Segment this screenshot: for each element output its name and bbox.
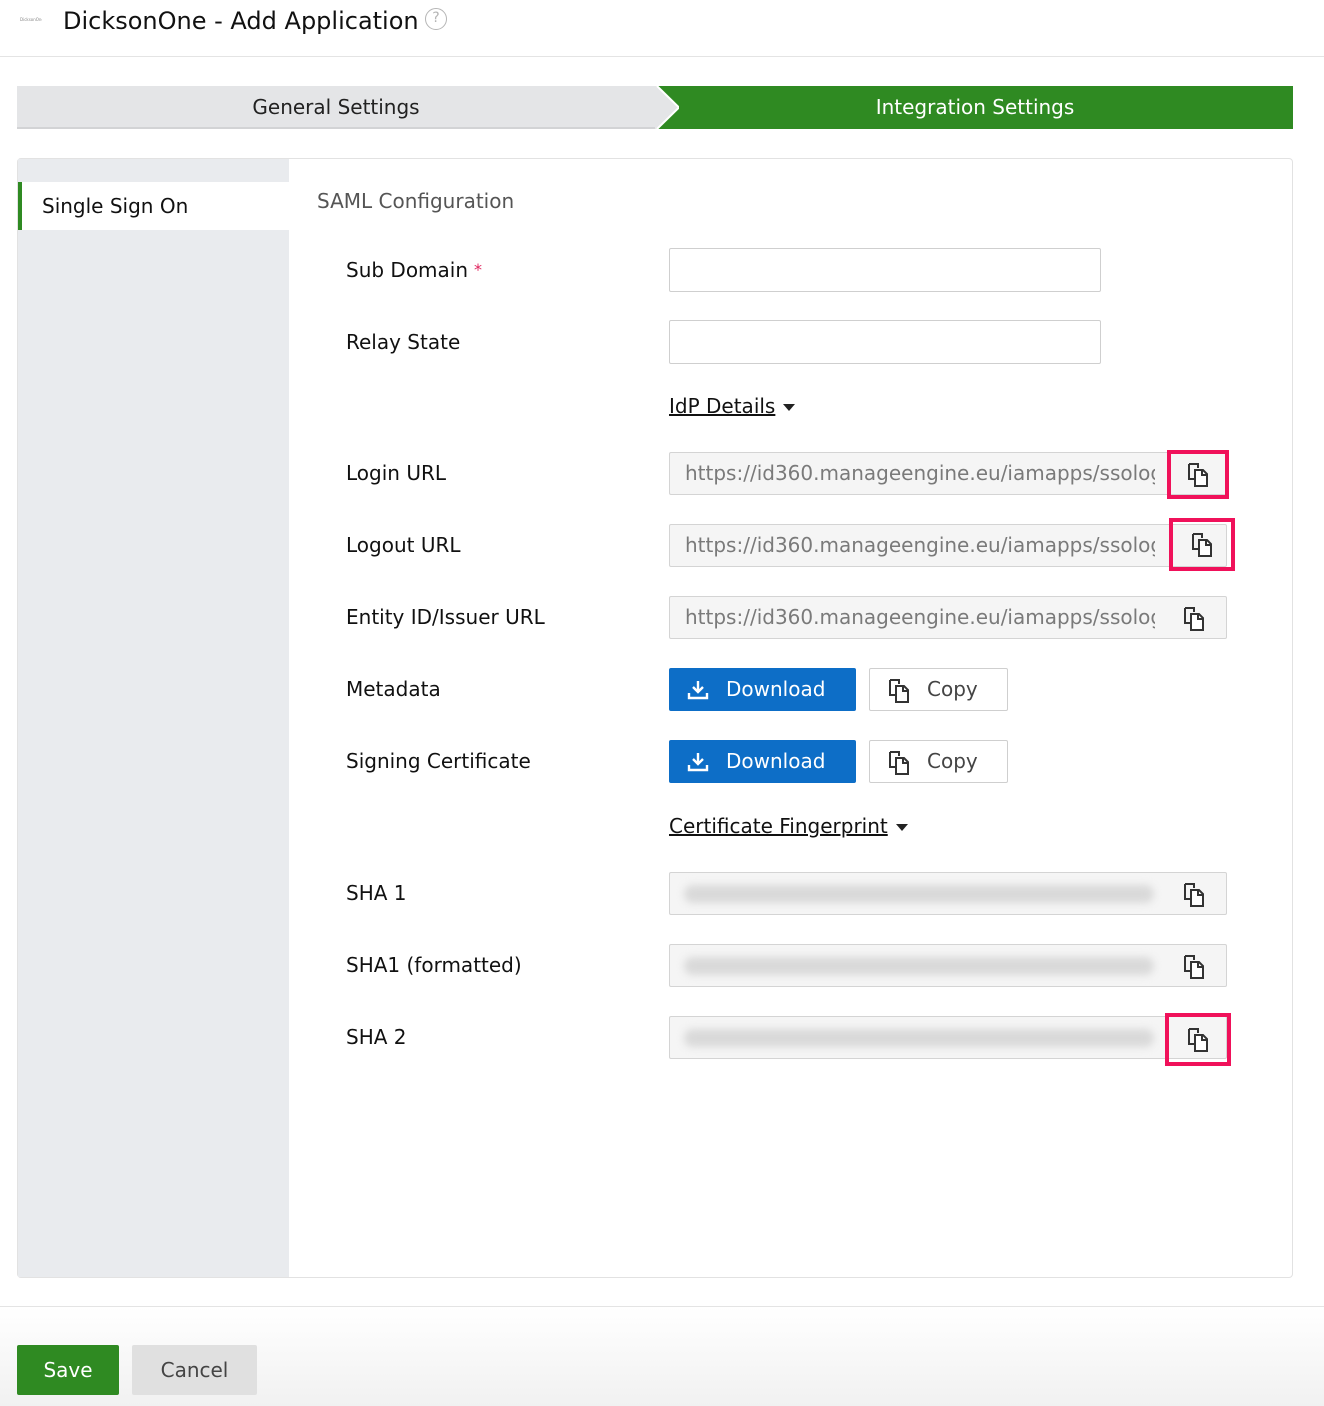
settings-panel: Single Sign On SAML Configuration Sub Do…: [17, 158, 1293, 1278]
signing-certificate-download-label: Download: [726, 749, 826, 773]
sub-domain-input[interactable]: [669, 248, 1101, 292]
step-integration-label: Integration Settings: [875, 95, 1075, 119]
sha2-copy-button[interactable]: [1165, 1013, 1231, 1066]
idp-details-toggle[interactable]: IdP Details: [669, 392, 796, 420]
login-url-copy-button[interactable]: [1167, 450, 1229, 499]
sub-domain-label-text: Sub Domain: [346, 258, 469, 282]
logout-url-copy-button[interactable]: [1169, 518, 1235, 571]
sha2-field[interactable]: [669, 1013, 1231, 1066]
sub-domain-label: Sub Domain *: [346, 256, 482, 284]
sha1-formatted-label: SHA1 (formatted): [346, 953, 522, 977]
entity-id-copy-button[interactable]: [1168, 603, 1220, 634]
sha1-formatted-redacted-value: [684, 957, 1154, 975]
metadata-download-label: Download: [726, 677, 826, 701]
metadata-label: Metadata: [346, 677, 441, 701]
caret-down-icon: [895, 824, 908, 831]
app-header: DicksonOne DicksonOne - Add Application …: [0, 0, 1324, 57]
signing-certificate-download-button[interactable]: Download: [669, 740, 856, 783]
copy-icon: [889, 751, 909, 775]
relay-state-input[interactable]: [669, 320, 1101, 364]
entity-id-field[interactable]: https://id360.manageengine.eu/iamapps/ss…: [669, 596, 1227, 639]
logout-url-field[interactable]: https://id360.manageengine.eu/iamapps/ss…: [669, 518, 1235, 571]
copy-icon: [1184, 954, 1204, 979]
app-logo: DicksonOne: [20, 17, 42, 22]
copy-icon: [1184, 606, 1204, 631]
sha2-redacted-value: [684, 1029, 1154, 1047]
sha1-field[interactable]: [669, 872, 1227, 915]
copy-icon: [1188, 462, 1208, 487]
save-button[interactable]: Save: [17, 1345, 119, 1395]
caret-down-icon: [783, 404, 796, 411]
relay-state-label: Relay State: [346, 330, 461, 354]
sidebar: Single Sign On: [18, 159, 289, 1277]
login-url-field[interactable]: https://id360.manageengine.eu/iamapps/ss…: [669, 450, 1229, 499]
signing-certificate-copy-label: Copy: [927, 749, 978, 773]
sha2-label: SHA 2: [346, 1025, 407, 1049]
logout-url-value: https://id360.manageengine.eu/iamapps/ss…: [685, 533, 1155, 557]
signing-certificate-label: Signing Certificate: [346, 749, 531, 773]
download-icon: [687, 681, 709, 700]
help-icon[interactable]: ?: [425, 8, 447, 30]
entity-id-label: Entity ID/Issuer URL: [346, 605, 545, 629]
sidebar-item-label: Single Sign On: [42, 194, 189, 218]
section-title: SAML Configuration: [317, 189, 515, 213]
idp-details-label: IdP Details: [669, 394, 776, 418]
sha1-copy-button[interactable]: [1168, 879, 1220, 910]
certificate-fingerprint-label: Certificate Fingerprint: [669, 814, 888, 838]
login-url-value: https://id360.manageengine.eu/iamapps/ss…: [685, 461, 1155, 485]
sha1-formatted-copy-button[interactable]: [1168, 951, 1220, 982]
signing-certificate-copy-button[interactable]: Copy: [869, 740, 1008, 783]
sha1-formatted-field[interactable]: [669, 944, 1227, 987]
entity-id-value: https://id360.manageengine.eu/iamapps/ss…: [685, 605, 1155, 629]
certificate-fingerprint-toggle[interactable]: Certificate Fingerprint: [669, 812, 908, 840]
step-arrow-icon: [655, 86, 679, 129]
sidebar-item-single-sign-on[interactable]: Single Sign On: [18, 182, 289, 230]
form-footer: Save Cancel: [0, 1306, 1324, 1406]
metadata-copy-button[interactable]: Copy: [869, 668, 1008, 711]
copy-icon: [889, 679, 909, 703]
copy-icon: [1192, 532, 1212, 557]
step-general-settings[interactable]: General Settings: [17, 86, 657, 129]
sha1-redacted-value: [684, 885, 1154, 903]
login-url-label: Login URL: [346, 461, 446, 485]
download-icon: [687, 753, 709, 772]
copy-icon: [1184, 882, 1204, 907]
sha1-label: SHA 1: [346, 881, 407, 905]
required-mark: *: [474, 260, 483, 279]
page-title: DicksonOne - Add Application: [63, 7, 419, 35]
metadata-copy-label: Copy: [927, 677, 978, 701]
logout-url-label: Logout URL: [346, 533, 461, 557]
cancel-button[interactable]: Cancel: [132, 1345, 257, 1395]
step-general-label: General Settings: [252, 95, 420, 119]
step-integration-settings[interactable]: Integration Settings: [657, 86, 1293, 129]
wizard-steps: General Settings Integration Settings: [17, 86, 1293, 129]
copy-icon: [1188, 1027, 1208, 1052]
metadata-download-button[interactable]: Download: [669, 668, 856, 711]
